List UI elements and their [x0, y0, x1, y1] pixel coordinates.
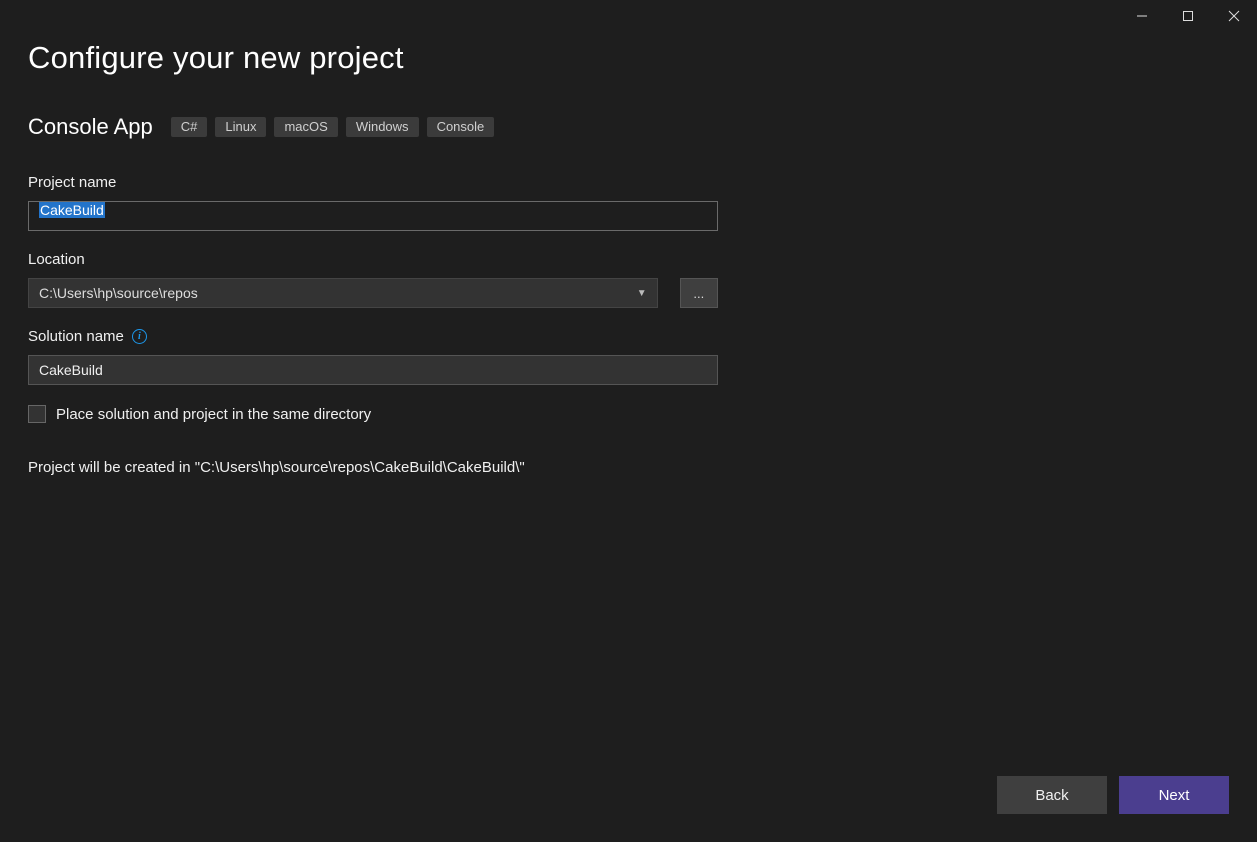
- location-combobox[interactable]: C:\Users\hp\source\repos ▼: [28, 278, 658, 308]
- info-icon[interactable]: i: [132, 329, 147, 344]
- template-info-row: Console App C# Linux macOS Windows Conso…: [28, 114, 1229, 140]
- tag: Linux: [215, 117, 266, 137]
- minimize-button[interactable]: [1119, 0, 1165, 32]
- project-name-input[interactable]: CakeBuild: [28, 201, 718, 231]
- dialog-footer: Back Next: [997, 776, 1229, 814]
- location-label: Location: [28, 251, 718, 268]
- template-tags: C# Linux macOS Windows Console: [171, 117, 495, 137]
- close-icon: [1228, 10, 1240, 22]
- back-button[interactable]: Back: [997, 776, 1107, 814]
- chevron-down-icon: ▼: [637, 288, 647, 299]
- page-title: Configure your new project: [28, 40, 1229, 76]
- project-name-label: Project name: [28, 174, 718, 191]
- project-path-summary: Project will be created in "C:\Users\hp\…: [28, 459, 1229, 476]
- same-directory-checkbox[interactable]: [28, 405, 46, 423]
- tag: Console: [427, 117, 495, 137]
- solution-name-value: CakeBuild: [39, 362, 103, 378]
- solution-name-input[interactable]: CakeBuild: [28, 355, 718, 385]
- tag: macOS: [274, 117, 337, 137]
- tag: C#: [171, 117, 208, 137]
- close-button[interactable]: [1211, 0, 1257, 32]
- browse-location-button[interactable]: ...: [680, 278, 718, 308]
- window-titlebar: [1119, 0, 1257, 32]
- next-button[interactable]: Next: [1119, 776, 1229, 814]
- tag: Windows: [346, 117, 419, 137]
- same-directory-label: Place solution and project in the same d…: [56, 406, 371, 423]
- location-value: C:\Users\hp\source\repos: [39, 285, 198, 301]
- maximize-button[interactable]: [1165, 0, 1211, 32]
- project-name-value: CakeBuild: [39, 202, 105, 218]
- maximize-icon: [1182, 10, 1194, 22]
- solution-name-label: Solution name i: [28, 328, 718, 345]
- template-name: Console App: [28, 114, 153, 140]
- minimize-icon: [1136, 10, 1148, 22]
